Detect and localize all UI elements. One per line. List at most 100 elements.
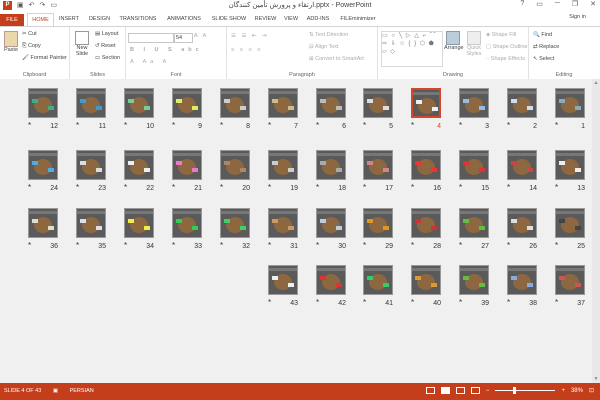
ribbon-display-icon[interactable]: ▭ [536,0,543,8]
slide-thumbnail[interactable] [76,150,106,180]
layout-button[interactable]: ▤ Layout [95,31,118,37]
fit-to-window-icon[interactable]: ⊡ [589,387,594,394]
slide-thumbnail[interactable] [363,88,393,118]
slide-thumbnail[interactable] [28,88,58,118]
section-button[interactable]: ▭ Section [95,55,120,61]
slide-thumbnail[interactable] [507,150,537,180]
zoom-in-icon[interactable]: + [561,388,565,394]
slide-thumbnail[interactable] [411,265,441,295]
slide-thumbnail[interactable] [268,208,298,238]
tab-review[interactable]: REVIEW [252,13,279,26]
slide-thumbnail[interactable] [172,208,202,238]
tab-add-ins[interactable]: ADD-INS [304,13,332,26]
slide-thumbnail[interactable] [363,265,393,295]
slide-thumbnail[interactable] [124,208,154,238]
format-painter-button[interactable]: 🖌 Format Painter [22,55,67,61]
scroll-down-icon[interactable]: ▼ [592,375,600,383]
cut-button[interactable]: ✂ Cut [22,31,37,37]
slide-thumbnail[interactable] [316,88,346,118]
minimize-icon[interactable]: ─ [555,0,560,8]
slide-thumbnail[interactable] [268,88,298,118]
shape-outline-button[interactable]: ▢ Shape Outline [486,44,528,50]
slide-thumbnail[interactable] [124,88,154,118]
tab-home[interactable]: HOME [27,13,54,27]
quick-styles-button[interactable]: Quick Styles [464,31,484,57]
shape-fill-button[interactable]: ◈ Shape Fill [486,32,516,38]
zoom-level[interactable]: 38% [571,388,583,394]
slide-thumbnail[interactable] [459,150,489,180]
slide-thumbnail[interactable] [507,208,537,238]
tab-animations[interactable]: ANIMATIONS [163,13,205,26]
slide-thumbnail[interactable] [555,208,585,238]
slide-thumbnail[interactable] [363,150,393,180]
find-button[interactable]: 🔍 Find [533,32,552,38]
slide-thumbnail[interactable] [459,88,489,118]
shapes-gallery[interactable]: ▭ ○ ╲ ▷ △ ⌐ ⌒ ⇨ ⇩ ☆ { } ⬡ ⬟ ▱ ◇ [381,31,443,67]
slide-thumbnail[interactable] [316,265,346,295]
restore-icon[interactable]: ❐ [572,0,578,8]
font-format-icons[interactable]: B I U S abc [130,47,203,53]
slide-thumbnail[interactable] [411,208,441,238]
select-button[interactable]: ↖ Select [533,56,554,62]
list-buttons-icon[interactable]: ☰ ☰ ⇤ ⇥ [231,33,269,39]
copy-button[interactable]: ⎘ Copy [22,43,41,50]
slide-thumbnail[interactable] [507,88,537,118]
help-icon[interactable]: ? [520,0,524,8]
paste-button[interactable]: Paste [3,31,19,53]
slide-thumbnail[interactable] [507,265,537,295]
slide-thumbnail[interactable] [316,208,346,238]
slide-thumbnail[interactable] [555,265,585,295]
slide-thumbnail[interactable] [220,208,250,238]
vertical-scrollbar[interactable]: ▲ ▼ [592,79,600,383]
convert-smartart-button[interactable]: ⊞ Convert to SmartArt [309,56,364,62]
tab-insert[interactable]: INSERT [56,13,82,26]
font-name-box[interactable] [128,33,174,43]
slide-thumbnail[interactable] [316,150,346,180]
slide-thumbnail[interactable] [411,88,441,118]
normal-view-icon[interactable] [425,387,435,394]
tab-view[interactable]: VIEW [281,13,301,26]
shape-effects-button[interactable]: ◌ Shape Effects [486,56,525,62]
font-grow-shrink-icon[interactable]: A A [194,33,208,39]
text-direction-button[interactable]: ⇅ Text Direction [309,32,348,38]
align-text-button[interactable]: ⊟ Align Text [309,44,339,50]
replace-button[interactable]: ⇄ Replace [533,44,559,50]
new-slide-button[interactable]: New Slide [72,31,92,57]
arrange-button[interactable]: Arrange [444,31,464,51]
tab-fileminimizer[interactable]: FILEminimizer [338,13,378,26]
tab-slide-show[interactable]: SLIDE SHOW [209,13,249,26]
zoom-slider-knob[interactable] [513,387,517,394]
tab-transitions[interactable]: TRANSITIONS [117,13,159,26]
close-icon[interactable]: ✕ [590,0,596,8]
slide-thumbnail[interactable] [28,208,58,238]
slide-thumbnail[interactable] [363,208,393,238]
align-buttons-icon[interactable]: ≡ ≡ ≡ ≡ [231,47,262,53]
slide-thumbnail[interactable] [220,88,250,118]
slide-thumbnail[interactable] [459,208,489,238]
font-size-box[interactable]: 54 [174,33,193,43]
spellcheck-icon[interactable]: ▣ [53,388,58,394]
scroll-up-icon[interactable]: ▲ [592,79,600,87]
slide-thumbnail[interactable] [555,88,585,118]
slide-thumbnail[interactable] [172,150,202,180]
tab-file[interactable]: FILE [0,14,24,26]
slide-thumbnail[interactable] [555,150,585,180]
slide-thumbnail[interactable] [28,150,58,180]
slideshow-view-icon[interactable] [470,387,480,394]
reset-button[interactable]: ↺ Reset [95,43,116,49]
sign-in-link[interactable]: Sign in [569,14,586,20]
slide-thumbnail[interactable] [76,88,106,118]
slide-thumbnail[interactable] [76,208,106,238]
slide-thumbnail[interactable] [268,150,298,180]
slide-thumbnail[interactable] [459,265,489,295]
slide-thumbnail[interactable] [124,150,154,180]
language[interactable]: PERSIAN [70,388,94,394]
slide-sorter-view-icon[interactable] [440,387,450,394]
slide-thumbnail[interactable] [220,150,250,180]
slide-thumbnail[interactable] [411,150,441,180]
slide-thumbnail[interactable] [268,265,298,295]
slide-thumbnail[interactable] [172,88,202,118]
zoom-out-icon[interactable]: − [486,388,490,394]
font-color-icons[interactable]: A Aa A [130,59,170,65]
zoom-slider[interactable] [495,387,556,394]
